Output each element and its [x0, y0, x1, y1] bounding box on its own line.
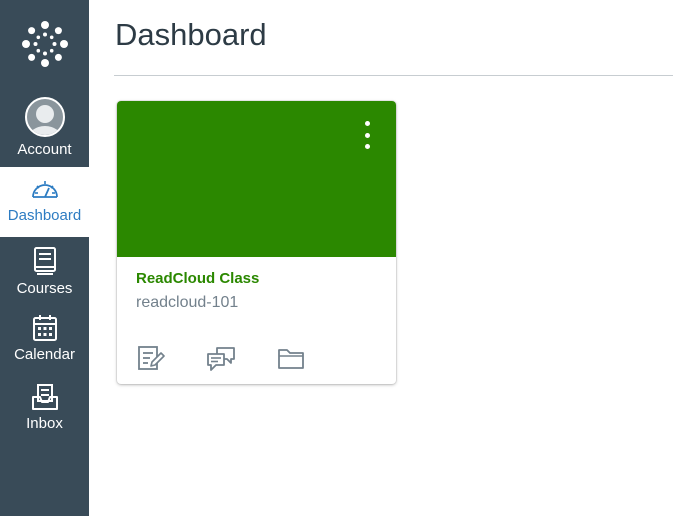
- nav-dashboard[interactable]: Dashboard: [0, 167, 89, 237]
- kebab-dot-icon: [364, 144, 370, 149]
- page-title: Dashboard: [115, 17, 267, 52]
- nav-dashboard-label: Dashboard: [7, 207, 82, 224]
- header-divider: [114, 75, 673, 76]
- nav-courses[interactable]: Courses: [0, 238, 89, 302]
- nav-courses-label: Courses: [16, 280, 73, 297]
- course-title-link[interactable]: ReadCloud Class: [136, 270, 259, 287]
- course-card-options-button[interactable]: [360, 121, 374, 149]
- discussions-icon: [207, 347, 235, 371]
- inbox-icon: [31, 384, 58, 410]
- nav-calendar[interactable]: Calendar: [0, 306, 89, 370]
- avatar: [24, 97, 65, 137]
- global-navigation: Account Dashboard Courses Calendar Inbox: [0, 0, 89, 516]
- nav-account[interactable]: Account: [0, 90, 89, 166]
- kebab-dot-icon: [364, 121, 370, 126]
- kebab-dot-icon: [364, 132, 370, 138]
- course-assignments-button[interactable]: [136, 344, 166, 372]
- course-discussions-button[interactable]: [206, 344, 236, 372]
- canvas-logo[interactable]: [0, 0, 89, 88]
- courses-icon: [33, 247, 56, 275]
- course-code: readcloud-101: [136, 294, 239, 311]
- course-card[interactable]: ReadCloud Class readcloud-101: [117, 101, 396, 384]
- nav-calendar-label: Calendar: [14, 346, 75, 363]
- assignments-icon: [138, 346, 165, 370]
- files-icon: [278, 349, 304, 369]
- course-card-hero[interactable]: [117, 101, 396, 257]
- nav-account-label: Account: [17, 141, 72, 158]
- canvas-logo-icon: [21, 21, 68, 67]
- calendar-icon: [32, 315, 57, 341]
- nav-inbox-label: Inbox: [26, 415, 63, 432]
- dashboard-icon: [31, 181, 58, 198]
- nav-inbox[interactable]: Inbox: [0, 375, 89, 439]
- user-silhouette-icon: [28, 105, 61, 135]
- course-files-button[interactable]: [276, 344, 306, 372]
